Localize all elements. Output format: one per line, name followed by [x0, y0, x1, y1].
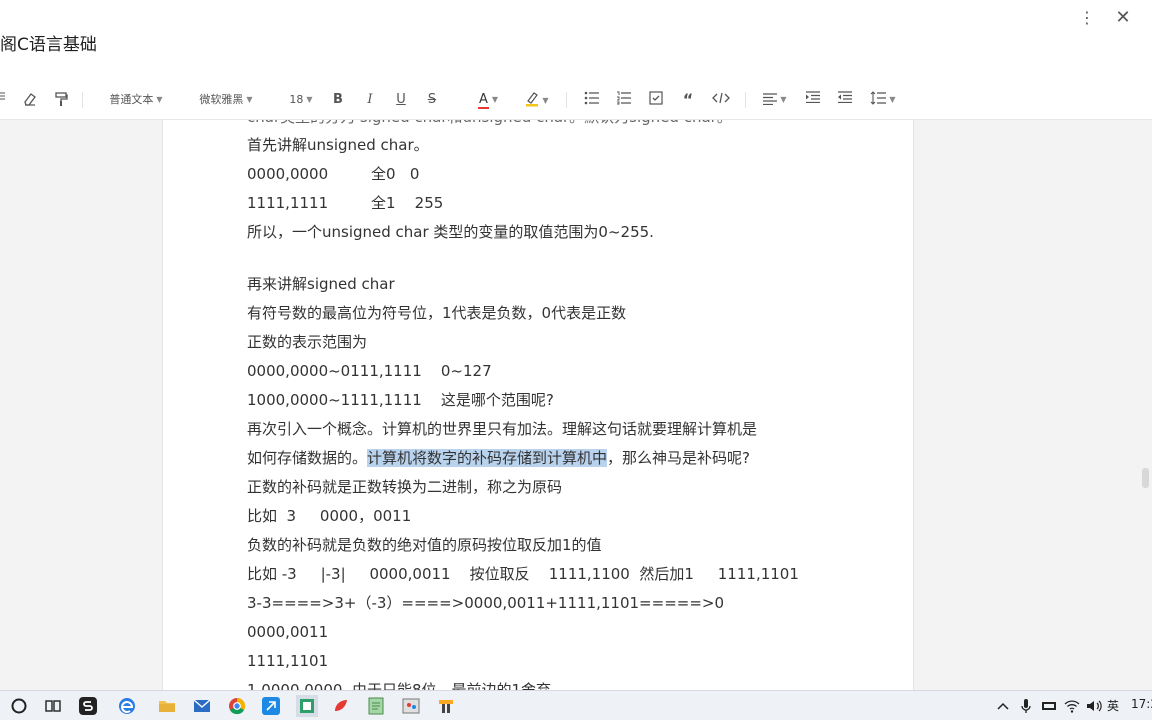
strikethrough-icon[interactable]: S	[424, 91, 440, 109]
document-line: 正数的补码就是正数转换为二进制，称之为原码	[247, 478, 563, 496]
eraser-icon[interactable]	[21, 91, 39, 109]
app-window: 阁C语言基础 ⋮ ✕ 普通文本 ▼ 微软雅黑 ▼ 18 ▼ B I U S A ▼	[0, 0, 1152, 720]
formatting-toolbar: 普通文本 ▼ 微软雅黑 ▼ 18 ▼ B I U S A ▼ ▼ “ ▼ ▼	[0, 80, 1152, 120]
document-line: 正数的表示范围为	[247, 333, 368, 351]
code-icon[interactable]	[711, 91, 731, 109]
app-paint-icon[interactable]	[401, 696, 421, 716]
paragraph-style-select[interactable]: 普通文本 ▼	[103, 91, 169, 109]
font-size-select[interactable]: 18 ▼	[286, 91, 316, 109]
document-line-partial: 1,0000,0000 由于只能8位，最前边的1舍弃	[247, 681, 552, 690]
quote-icon[interactable]: “	[679, 91, 697, 109]
app-notepad-icon[interactable]	[366, 696, 386, 716]
clock[interactable]: 17:2	[1131, 697, 1152, 711]
checklist-icon[interactable]	[647, 91, 665, 109]
line-height-icon	[870, 91, 887, 105]
line-height-button[interactable]: ▼	[867, 91, 899, 109]
cortana-circle-icon[interactable]	[9, 696, 29, 716]
taskbar: 英 17:2	[0, 690, 1152, 720]
toolbar-overflow-icon[interactable]	[0, 91, 6, 109]
document-line: 3-3====>3+（-3）====>0000,0011+1111,1101==…	[247, 594, 725, 612]
document-line: 0000,0000 全0 0	[247, 165, 420, 183]
document-line: 首先讲解unsigned char。	[247, 136, 429, 154]
chevron-up-icon[interactable]	[993, 696, 1013, 716]
font-family-select[interactable]: 微软雅黑 ▼	[196, 91, 256, 109]
font-color-button[interactable]: A ▼	[472, 91, 504, 109]
bullet-list-icon[interactable]	[583, 91, 601, 109]
document-line: 再次引入一个概念。计算机的世界里只有加法。理解这句话就要理解计算机是	[247, 420, 758, 438]
underline-icon[interactable]: U	[393, 91, 409, 109]
bold-icon[interactable]: B	[330, 91, 346, 109]
italic-icon[interactable]: I	[362, 91, 378, 109]
document-title: 阁C语言基础	[0, 35, 97, 55]
close-icon[interactable]: ✕	[1115, 8, 1131, 28]
volume-icon[interactable]	[1084, 696, 1104, 716]
indent-icon[interactable]	[804, 91, 822, 109]
document-line: 0000,0011	[247, 623, 329, 641]
selected-text[interactable]: 计算机将数字的补码存储到计算机中	[367, 449, 608, 467]
app-blue-icon[interactable]	[261, 696, 281, 716]
document-line: 1111,1111 全1 255	[247, 194, 444, 212]
more-options-icon[interactable]: ⋮	[1079, 9, 1095, 27]
document-line: 有符号数的最高位为符号位，1代表是负数，0代表是正数	[247, 304, 627, 322]
app-red-icon[interactable]	[331, 696, 351, 716]
document-page[interactable]: char类型的分为 signed char和unsigned char。默认为s…	[162, 120, 914, 690]
input-method-indicator[interactable]: 英	[1107, 697, 1119, 714]
edge-icon[interactable]	[117, 696, 137, 716]
document-line: 0000,0000~0111,1111 0~127	[247, 362, 492, 380]
scrollbar-thumb[interactable]	[1142, 468, 1149, 488]
mail-icon[interactable]	[192, 696, 212, 716]
title-bar: 阁C语言基础 ⋮ ✕	[0, 0, 1152, 80]
document-line: 比如 3 0000，0011	[247, 507, 412, 525]
highlight-button[interactable]: ▼	[521, 91, 553, 109]
app-yellow-icon[interactable]	[436, 696, 456, 716]
network-icon[interactable]	[1039, 696, 1059, 716]
chrome-icon[interactable]	[227, 696, 247, 716]
format-painter-icon[interactable]	[52, 91, 70, 109]
document-line: 比如 -3 |-3| 0000,0011 按位取反 1111,1100 然后加1…	[247, 565, 799, 583]
editor-area: char类型的分为 signed char和unsigned char。默认为s…	[0, 120, 1152, 690]
font-color-icon: A	[477, 92, 489, 109]
outdent-icon[interactable]	[836, 91, 854, 109]
microphone-icon[interactable]	[1016, 696, 1036, 716]
vertical-scrollbar[interactable]	[1140, 120, 1152, 690]
document-line: 1000,0000~1111,1111 这是哪个范围呢?	[247, 391, 554, 409]
align-button[interactable]: ▼	[760, 91, 790, 109]
document-line-partial: char类型的分为 signed char和unsigned char。默认为s…	[247, 120, 732, 128]
wifi-icon[interactable]	[1062, 696, 1082, 716]
document-line-with-selection: 如何存储数据的。计算机将数字的补码存储到计算机中，那么神马是补码呢?	[247, 447, 750, 469]
highlight-icon	[525, 91, 539, 107]
document-line: 1111,1101	[247, 652, 329, 670]
text-run: 如何存储数据的。	[247, 449, 368, 467]
app-green-icon[interactable]	[296, 695, 318, 717]
app-s-icon[interactable]	[78, 696, 98, 716]
text-run: ，那么神马是补码呢?	[607, 449, 750, 467]
task-view-icon[interactable]	[43, 696, 63, 716]
document-line: 负数的补码就是负数的绝对值的原码按位取反加1的值	[247, 536, 602, 554]
document-line: 所以，一个unsigned char 类型的变量的取值范围为0~255.	[247, 223, 654, 241]
document-line: 再来讲解signed char	[247, 275, 395, 293]
align-icon	[763, 93, 778, 105]
file-explorer-icon[interactable]	[157, 696, 177, 716]
numbered-list-icon[interactable]	[615, 91, 633, 109]
